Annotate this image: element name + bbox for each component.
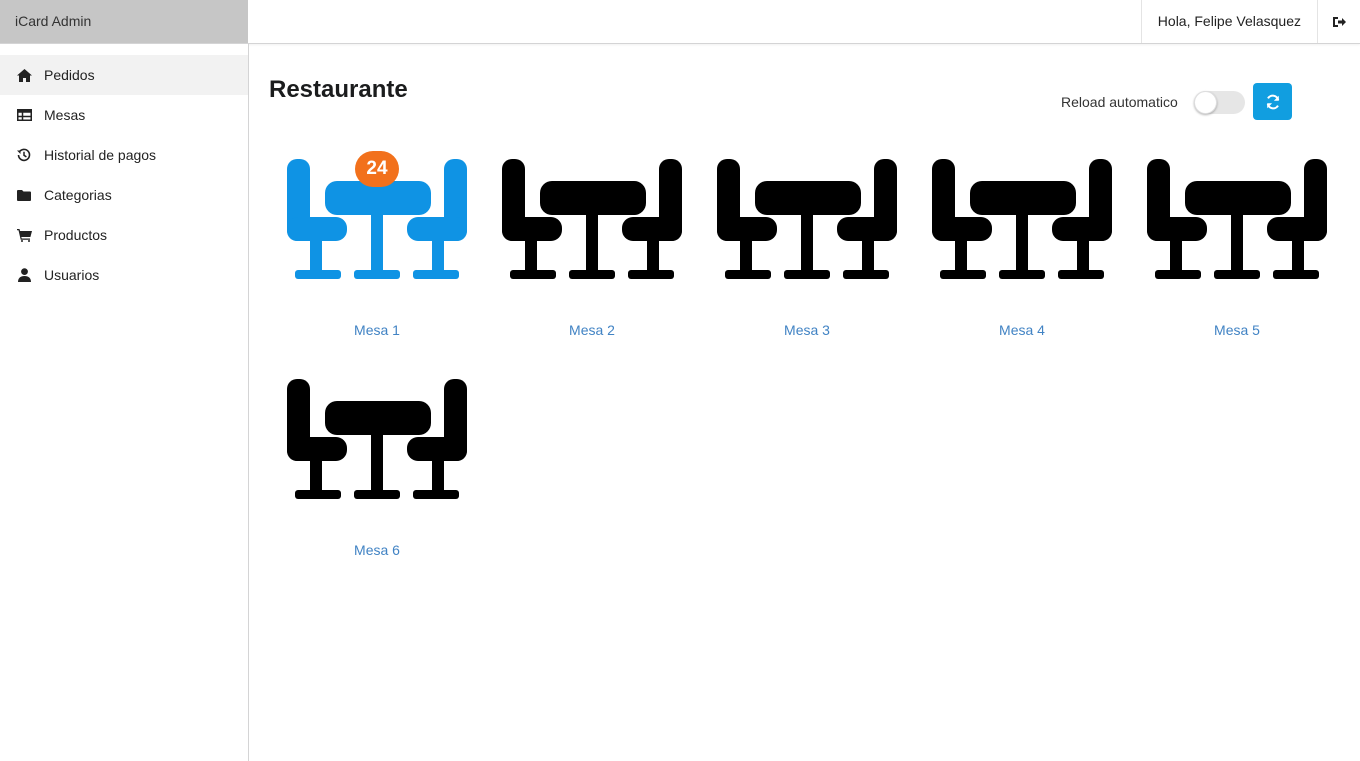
sidebar-item-label: Productos bbox=[44, 227, 108, 243]
table-label[interactable]: Mesa 5 bbox=[1147, 322, 1327, 338]
table-chairs-icon bbox=[502, 159, 682, 279]
table-label[interactable]: Mesa 3 bbox=[717, 322, 897, 338]
table-label[interactable]: Mesa 6 bbox=[287, 542, 467, 558]
sidebar-item-label: Mesas bbox=[44, 107, 86, 123]
table-label[interactable]: Mesa 1 bbox=[287, 322, 467, 338]
cart-icon bbox=[16, 227, 32, 243]
user-greeting: Hola, Felipe Velasquez bbox=[1140, 0, 1317, 43]
sign-out-icon bbox=[1333, 16, 1346, 27]
table-chairs-icon bbox=[717, 159, 897, 279]
brand-title[interactable]: iCard Admin bbox=[0, 0, 248, 43]
table-card-mesa-1[interactable]: 24 Mesa 1 bbox=[287, 151, 467, 338]
sidebar-item-categorias[interactable]: Categorias bbox=[0, 175, 248, 215]
table-card-mesa-5[interactable]: Mesa 5 bbox=[1147, 159, 1327, 338]
history-icon bbox=[16, 147, 32, 163]
top-bar: iCard Admin Hola, Felipe Velasquez bbox=[0, 0, 1360, 44]
sidebar-item-historial-de-pagos[interactable]: Historial de pagos bbox=[0, 135, 248, 175]
table-card-mesa-2[interactable]: Mesa 2 bbox=[502, 159, 682, 338]
refresh-icon bbox=[1266, 94, 1279, 109]
sidebar-item-mesas[interactable]: Mesas bbox=[0, 95, 248, 135]
table-card-mesa-3[interactable]: Mesa 3 bbox=[717, 159, 897, 338]
folder-icon bbox=[16, 187, 32, 203]
user-icon bbox=[16, 267, 32, 283]
home-icon bbox=[16, 67, 32, 83]
reload-toggle[interactable] bbox=[1194, 91, 1245, 114]
sidebar-item-label: Pedidos bbox=[44, 67, 95, 83]
pending-orders-badge: 24 bbox=[355, 151, 399, 187]
table-card-mesa-6[interactable]: Mesa 6 bbox=[287, 379, 467, 558]
table-label[interactable]: Mesa 4 bbox=[932, 322, 1112, 338]
sidebar-item-label: Categorias bbox=[44, 187, 112, 203]
logout-button[interactable] bbox=[1317, 0, 1360, 43]
page-title: Restaurante bbox=[269, 76, 408, 103]
sidebar-item-label: Usuarios bbox=[44, 267, 100, 283]
refresh-button[interactable] bbox=[1253, 83, 1292, 120]
toggle-knob bbox=[1194, 91, 1217, 114]
table-chairs-icon bbox=[287, 379, 467, 499]
table-chairs-icon bbox=[1147, 159, 1327, 279]
sidebar-item-pedidos[interactable]: Pedidos bbox=[0, 55, 248, 95]
sidebar-item-label: Historial de pagos bbox=[44, 147, 157, 163]
table-icon bbox=[16, 107, 32, 123]
table-card-mesa-4[interactable]: Mesa 4 bbox=[932, 159, 1112, 338]
sidebar: Pedidos Mesas Historial de pagos Categor… bbox=[0, 44, 249, 761]
sidebar-item-usuarios[interactable]: Usuarios bbox=[0, 255, 248, 295]
main-content: Restaurante Reload automatico 24 Mesa 1 … bbox=[249, 44, 1360, 761]
table-label[interactable]: Mesa 2 bbox=[502, 322, 682, 338]
table-chairs-icon bbox=[932, 159, 1112, 279]
reload-label: Reload automatico bbox=[1061, 94, 1178, 110]
sidebar-item-productos[interactable]: Productos bbox=[0, 215, 248, 255]
